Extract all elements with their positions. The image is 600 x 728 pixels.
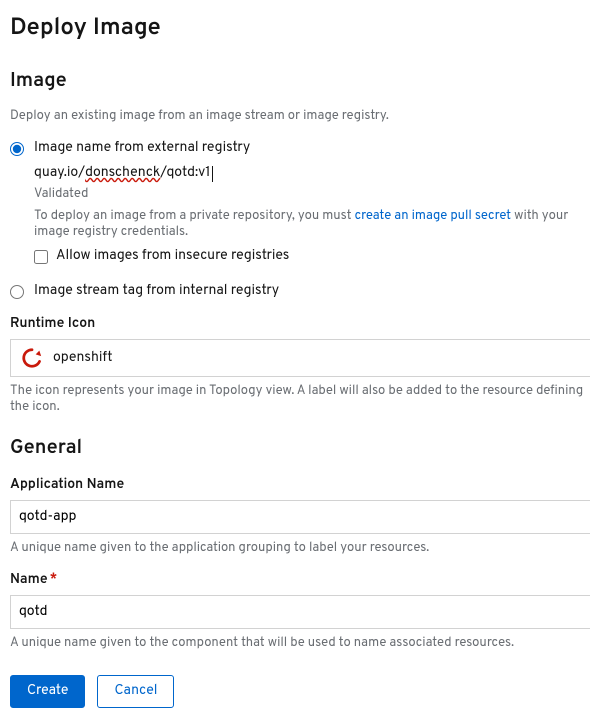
runtime-icon-select[interactable]: openshift (10, 339, 590, 377)
text-cursor (212, 166, 213, 182)
runtime-icon-label: Runtime Icon (10, 316, 590, 333)
help-pre: To deploy an image from a private reposi… (34, 208, 355, 224)
radio-external-label: Image name from external registry (34, 140, 250, 157)
create-pull-secret-link[interactable]: create an image pull secret (355, 208, 512, 224)
image-name-mid: donschenck (85, 165, 160, 182)
page-title: Deploy Image (10, 14, 590, 44)
application-name-input[interactable] (10, 500, 590, 534)
validated-text: Validated (34, 186, 590, 202)
runtime-value: openshift (53, 350, 113, 367)
runtime-description: The icon represents your image in Topolo… (10, 383, 590, 415)
image-name-input[interactable]: quay.io/donschenck/qotd:v1 (34, 165, 590, 182)
application-name-label: Application Name (10, 477, 590, 494)
allow-insecure-label: Allow images from insecure registries (56, 248, 289, 265)
image-name-suffix: /qotd:v1 (160, 165, 210, 182)
general-section-title: General (10, 435, 590, 461)
image-section-title: Image (10, 68, 590, 94)
radio-internal-input[interactable] (10, 285, 24, 299)
name-label: Name* (10, 572, 590, 589)
application-name-desc: A unique name given to the application g… (10, 540, 590, 556)
cancel-button[interactable]: Cancel (97, 675, 174, 708)
image-name-prefix: quay.io/ (34, 165, 85, 182)
required-star-icon: * (50, 572, 58, 589)
pull-secret-help: To deploy an image from a private reposi… (34, 208, 590, 240)
radio-internal-registry[interactable]: Image stream tag from internal registry (10, 283, 590, 300)
radio-external-registry[interactable]: Image name from external registry (10, 140, 590, 157)
image-section-description: Deploy an existing image from an image s… (10, 108, 590, 124)
radio-internal-label: Image stream tag from internal registry (34, 283, 279, 300)
radio-external-input[interactable] (10, 142, 24, 156)
openshift-icon (21, 347, 43, 369)
name-input[interactable] (10, 595, 590, 629)
allow-insecure-input[interactable] (34, 250, 48, 264)
name-label-text: Name (10, 572, 48, 589)
create-button[interactable]: Create (10, 675, 85, 708)
allow-insecure-checkbox[interactable]: Allow images from insecure registries (34, 248, 590, 265)
name-desc: A unique name given to the component tha… (10, 635, 590, 651)
